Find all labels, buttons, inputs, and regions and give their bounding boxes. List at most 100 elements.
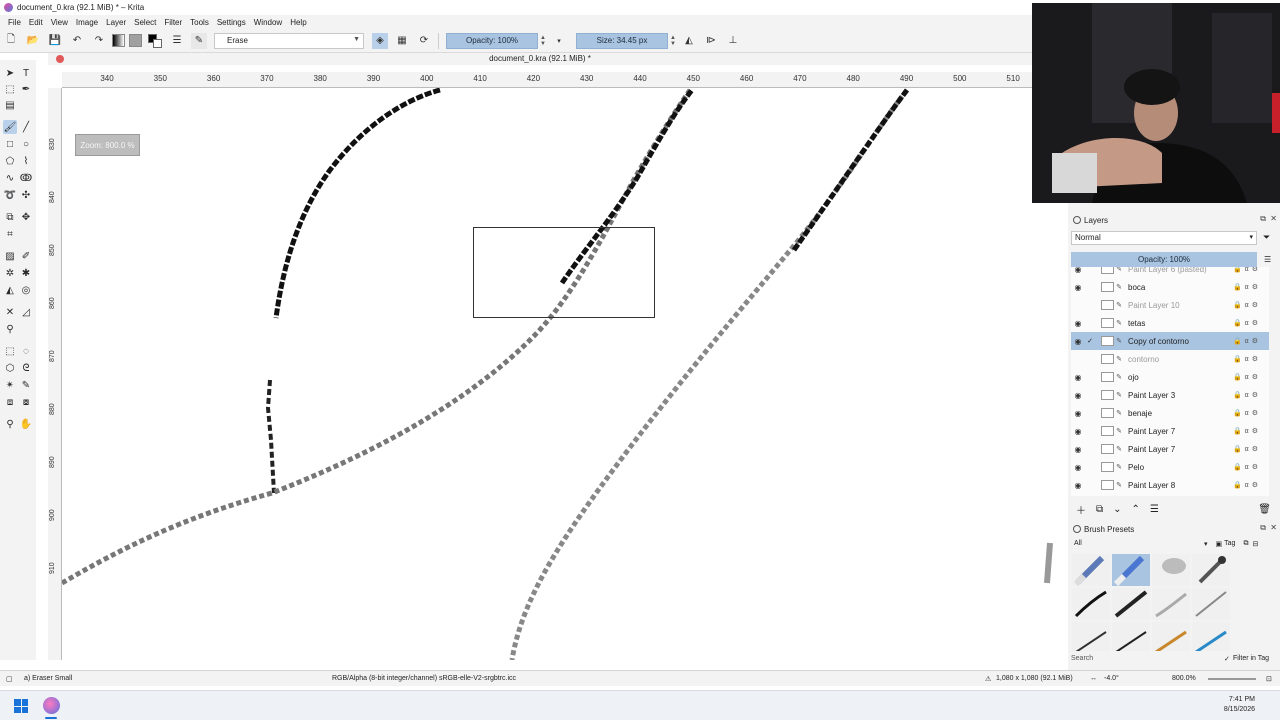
freehand-path-tool-icon[interactable]: ↂ [19,171,33,185]
layer-row[interactable]: ◉ ✓ ✎ Copy of contorno 🔒α⚙ [1071,332,1269,350]
line-tool-icon[interactable]: ╱ [19,120,33,134]
menu-tools[interactable]: Tools [186,18,213,27]
brush-preset-pencil-blue[interactable] [1192,622,1230,651]
tag-label[interactable]: Tag [1224,540,1235,547]
layer-row[interactable]: ◉ ✎ ojo 🔒α⚙ [1071,368,1269,386]
assistant-editor-tool-icon[interactable]: ✕ [3,305,17,319]
layer-row[interactable]: ✎ Paint Layer 10 🔒α⚙ [1071,296,1269,314]
eye-icon[interactable]: ◉ [1071,391,1085,400]
layer-properties-icons[interactable]: 🔒α⚙ [1233,337,1261,345]
reload-preset-icon[interactable]: ⟳ [416,33,432,49]
layer-row[interactable]: ✎ contorno 🔒α⚙ [1071,350,1269,368]
fill-tool-icon[interactable]: ◭ [3,283,17,297]
pattern-swatch[interactable] [129,34,142,47]
dynamic-brush-tool-icon[interactable]: ➰ [3,188,17,202]
layer-row[interactable]: ◉ ✎ benaje 🔒α⚙ [1071,404,1269,422]
brush-preset-ink-pen[interactable] [1072,588,1110,620]
layer-properties-icons[interactable]: 🔒α⚙ [1233,267,1261,273]
checkbox-icon[interactable]: ✓ [1224,655,1230,663]
magnetic-selection-tool-icon[interactable]: ⧇ [19,395,33,409]
color-picker-tool-icon[interactable]: ✐ [19,249,33,263]
brush-settings-icon[interactable]: ☰ [169,33,185,49]
open-document-icon[interactable]: 📂 [25,33,41,49]
eye-icon[interactable]: ◉ [1071,463,1085,472]
float-panel-icon[interactable]: ⧉ [1260,523,1266,533]
measure-tool-icon[interactable]: ◿ [19,305,33,319]
elliptical-selection-tool-icon[interactable]: ◌ [19,344,33,358]
brush-preset-combo[interactable]: Erase ▼ [214,32,364,49]
menu-settings[interactable]: Settings [213,18,250,27]
layer-properties-icon[interactable]: ☰ [1150,504,1159,515]
windows-start-icon[interactable] [14,699,28,713]
calligraphy-tool-icon[interactable]: ✒ [19,82,33,96]
eye-icon[interactable]: ◉ [1071,337,1085,346]
brush-preset-liner[interactable] [1112,622,1150,651]
close-icon[interactable]: ✕ [1270,523,1277,532]
bezier-tool-icon[interactable]: ∿ [3,171,17,185]
mirror-vertical-icon[interactable]: ⧐ [703,33,719,49]
zoom-tool-icon[interactable]: ⚲ [3,417,17,431]
menu-edit[interactable]: Edit [25,18,47,27]
polyline-tool-icon[interactable]: ⌇ [19,154,33,168]
layer-properties-icons[interactable]: 🔒α⚙ [1233,301,1261,309]
import-resource-icon[interactable]: ⧉ [1243,540,1248,548]
edit-shapes-tool-icon[interactable]: ⬚ [3,82,17,96]
krita-taskbar-icon[interactable] [43,697,60,714]
brush-preset-airbrush[interactable] [1192,554,1230,586]
menu-help[interactable]: Help [286,18,310,27]
fg-bg-color-icon[interactable] [147,33,163,49]
layer-row[interactable]: ◉ ✎ Paint Layer 7 🔒α⚙ [1071,440,1269,458]
document-tab[interactable]: document_0.kra (92.1 MiB) * [48,53,1032,65]
delete-layer-icon[interactable]: 🗑 [1258,504,1271,515]
layer-properties-icons[interactable]: 🔒α⚙ [1233,427,1261,435]
filter-layers-icon[interactable]: ⏷ [1263,232,1270,243]
opacity-chevron-icon[interactable]: ▾ [551,33,567,49]
text-tool-icon[interactable]: T [19,66,33,80]
layer-properties-icons[interactable]: 🔒α⚙ [1233,463,1261,471]
menu-select[interactable]: Select [130,18,160,27]
selection-rectangle[interactable] [473,227,655,318]
layer-row[interactable]: ◉ ✎ Pelo 🔒α⚙ [1071,458,1269,476]
gradient-swatch[interactable] [112,34,125,47]
close-icon[interactable] [56,55,64,63]
view-options-icon[interactable]: ⊟ [1252,540,1258,548]
eye-icon[interactable]: ◉ [1071,283,1085,292]
eraser-mode-icon[interactable]: ◈ [372,32,388,49]
rectangular-selection-tool-icon[interactable]: ⬚ [3,344,17,358]
layer-row[interactable]: ◉ ✎ tetas 🔒α⚙ [1071,314,1269,332]
eye-icon[interactable]: ◉ [1071,267,1085,274]
close-icon[interactable]: ✕ [1270,214,1277,223]
system-clock[interactable]: 7:41 PM 8/15/2026 [1224,695,1255,715]
menu-file[interactable]: File [4,18,25,27]
float-panel-icon[interactable]: ⧉ [1260,214,1266,224]
blend-mode-select[interactable]: Normal ▾ [1071,231,1257,245]
brush-filter-select[interactable]: All [1074,540,1204,547]
pan-tool-icon[interactable]: ✋ [19,417,33,431]
fit-view-icon[interactable]: ⊡ [1266,675,1272,683]
wrap-around-icon[interactable]: ⊥ [725,33,741,49]
similar-color-selection-tool-icon[interactable]: ✎ [19,378,33,392]
menu-image[interactable]: Image [72,18,102,27]
undo-icon[interactable]: ↶ [69,33,85,49]
contiguous-selection-tool-icon[interactable]: ✴ [3,378,17,392]
layer-properties-icons[interactable]: 🔒α⚙ [1233,409,1261,417]
layer-row[interactable]: ◉ ✎ Paint Layer 7 🔒α⚙ [1071,422,1269,440]
size-spin-icon[interactable]: ▲ ▼ [668,33,678,49]
eye-icon[interactable]: ◉ [1071,427,1085,436]
polygonal-selection-tool-icon[interactable]: ⬡ [3,361,17,375]
new-document-icon[interactable]: 🗋 [3,33,19,49]
menu-window[interactable]: Window [250,18,286,27]
brush-preset-marker[interactable] [1072,622,1110,651]
eye-icon[interactable]: ◉ [1071,409,1085,418]
opacity-spin-icon[interactable]: ▲ ▼ [538,33,548,49]
enclose-fill-tool-icon[interactable]: ◎ [19,283,33,297]
add-layer-icon[interactable]: ＋ [1076,502,1086,517]
brush-preset-pencil-orange[interactable] [1152,622,1190,651]
freehand-selection-tool-icon[interactable]: ᘓ [19,361,33,375]
menu-view[interactable]: View [47,18,72,27]
transform-tool-icon[interactable]: ⧉ [3,210,17,224]
brush-preset-pencil-soft[interactable] [1152,588,1190,620]
duplicate-layer-icon[interactable]: ⧉ [1096,504,1103,515]
eye-icon[interactable]: ◉ [1071,445,1085,454]
rotation-icon[interactable]: ↔ [1090,675,1097,682]
